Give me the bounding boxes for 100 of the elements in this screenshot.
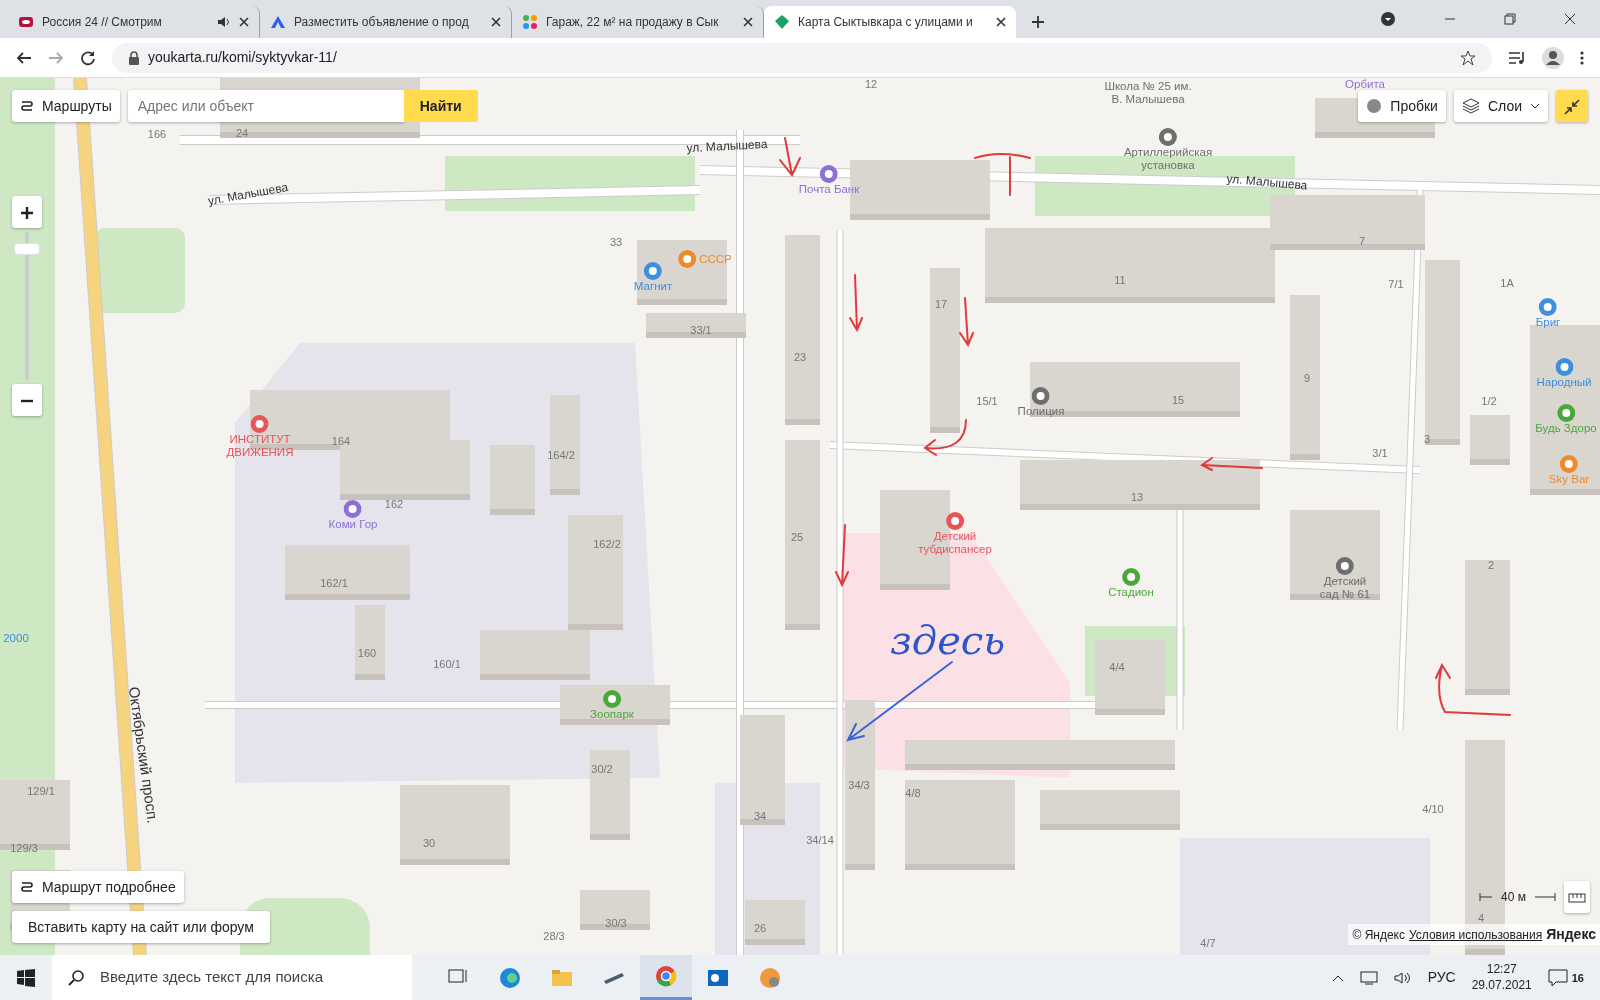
collapse-icon xyxy=(1564,98,1580,115)
new-tab-icon[interactable] xyxy=(1030,14,1046,30)
close-icon[interactable] xyxy=(491,17,501,27)
house-number: 164 xyxy=(331,433,351,449)
reload-icon[interactable] xyxy=(80,49,96,66)
poi-marker-icon[interactable] xyxy=(1560,455,1578,473)
house-number: 162 xyxy=(384,496,404,512)
scale-label: 40 м xyxy=(1501,889,1526,906)
notification-icon xyxy=(1547,968,1568,987)
map-logo: Яндекс xyxy=(1546,925,1596,944)
clock-time[interactable]: 12:27 xyxy=(1486,961,1517,978)
language-indicator[interactable]: РУС xyxy=(1427,967,1456,988)
zoom-out-button[interactable] xyxy=(12,384,42,416)
poi-label[interactable]: Детский сад № 61 xyxy=(1319,575,1371,601)
hand-drawn-arrow xyxy=(1200,456,1264,472)
notification-button[interactable]: 16 xyxy=(1547,968,1584,987)
poi-marker-icon[interactable] xyxy=(946,512,964,530)
profile-avatar-icon[interactable] xyxy=(1542,46,1564,69)
search-field[interactable]: Адрес или объект xyxy=(127,90,404,122)
poi-label[interactable]: 2000 xyxy=(3,632,29,645)
poi-label[interactable]: Школа № 25 им. В. Малышева xyxy=(1104,80,1192,106)
house-number: 26 xyxy=(753,920,767,936)
speaker-icon[interactable] xyxy=(217,15,231,29)
poi-marker-icon[interactable] xyxy=(644,262,662,280)
chevron-icon xyxy=(1530,103,1540,109)
house-number: 4/7 xyxy=(1200,935,1216,951)
ruler-button[interactable] xyxy=(1564,881,1590,913)
embed-map-button[interactable]: Вставить карту на сайт или форум xyxy=(12,911,270,943)
house-number: 4 xyxy=(1477,910,1485,926)
poi-label[interactable]: Детский тубдиспансер xyxy=(918,530,992,556)
house-number: 23 xyxy=(793,349,807,365)
browser-tab[interactable]: Карта Сыктывкара с улицами и xyxy=(764,6,1016,38)
house-number: 11 xyxy=(1114,272,1126,288)
taskbar-search-field[interactable]: Введите здесь текст для поиска xyxy=(52,955,412,1000)
poi-label[interactable]: Стадион xyxy=(1108,586,1154,599)
house-number: 164/2 xyxy=(547,447,575,463)
terms-link[interactable]: Условия использования xyxy=(1409,925,1543,944)
poi-marker-icon[interactable] xyxy=(1032,387,1050,405)
poi-label[interactable]: Бриг xyxy=(1535,316,1561,329)
search-button[interactable]: Найти xyxy=(403,90,478,122)
poi-label[interactable]: Полиция xyxy=(1017,405,1065,418)
close-icon[interactable] xyxy=(996,17,1006,27)
site-favicon-icon xyxy=(18,14,34,30)
poi-marker-icon[interactable] xyxy=(1539,298,1557,316)
poi-label[interactable]: Артиллерийская установка xyxy=(1123,146,1213,172)
restore-icon[interactable] xyxy=(1504,13,1516,25)
ruler-icon xyxy=(1568,892,1586,903)
playlist-icon[interactable] xyxy=(1508,49,1526,66)
zoom-in-icon xyxy=(20,205,34,220)
taskbar-app-button[interactable] xyxy=(640,955,692,1000)
routes-button[interactable]: Маршруты xyxy=(12,90,120,122)
poi-label[interactable]: Орбита xyxy=(1345,78,1385,91)
street-label: Октябрьский просп. xyxy=(124,685,163,825)
poi-marker-icon[interactable] xyxy=(1557,404,1575,422)
poi-marker-icon[interactable] xyxy=(603,690,621,708)
volume-icon[interactable] xyxy=(1393,970,1412,985)
poi-marker-icon[interactable] xyxy=(1122,568,1140,586)
layers-button[interactable]: Слои xyxy=(1453,90,1548,122)
network-icon[interactable] xyxy=(1359,970,1378,985)
poi-marker-icon[interactable] xyxy=(1555,358,1573,376)
chevron-up-icon[interactable] xyxy=(1331,973,1344,982)
scale-bar-icon xyxy=(1479,892,1494,902)
house-number: 33/1 xyxy=(690,322,712,338)
poi-label[interactable]: Коми Гор xyxy=(328,518,378,531)
zoom-in-button[interactable] xyxy=(12,196,42,228)
poi-marker-icon[interactable] xyxy=(1159,128,1177,146)
star-icon[interactable] xyxy=(1460,49,1476,66)
app-icon xyxy=(759,966,781,989)
house-number: 30/3 xyxy=(605,915,627,931)
poi-label[interactable]: ИНСТИТУТ ДВИЖЕНИЯ xyxy=(226,433,294,459)
street-label: ул. Малышева xyxy=(1225,170,1309,195)
house-number: 33 xyxy=(609,234,623,250)
address-bar[interactable]: youkarta.ru/komi/syktyvkar-11/ xyxy=(112,42,1492,73)
more-icon[interactable] xyxy=(1580,49,1584,66)
poi-marker-icon[interactable] xyxy=(820,165,838,183)
browser-icon xyxy=(499,966,521,989)
clock-date[interactable]: 29.07.2021 xyxy=(1471,977,1532,994)
poi-label[interactable]: Почта Банк xyxy=(798,183,860,196)
close-icon[interactable] xyxy=(239,17,249,27)
tab-search-icon[interactable] xyxy=(1380,11,1396,27)
close-icon[interactable] xyxy=(1564,13,1576,25)
house-number: 162/1 xyxy=(320,575,348,591)
house-number: 9 xyxy=(1303,370,1311,386)
house-number: 3 xyxy=(1423,431,1431,447)
poi-marker-icon[interactable] xyxy=(251,415,269,433)
url-text: youkarta.ru/komi/syktyvkar-11/ xyxy=(148,48,338,67)
route-details-button[interactable]: Маршрут подробнее xyxy=(12,871,184,903)
house-number: 3/1 xyxy=(1372,445,1388,461)
poi-marker-icon[interactable] xyxy=(344,500,362,518)
house-number: 2 xyxy=(1487,557,1495,573)
house-number: 17 xyxy=(934,296,948,312)
house-number: 15 xyxy=(1171,392,1185,408)
house-number: 4/4 xyxy=(1109,659,1125,675)
collapse-button[interactable] xyxy=(1556,90,1588,122)
poi-marker-icon[interactable] xyxy=(678,250,697,268)
traffic-button[interactable]: Пробки xyxy=(1358,90,1446,122)
close-icon[interactable] xyxy=(743,17,753,27)
site-favicon-icon xyxy=(774,14,790,30)
poi-marker-icon[interactable] xyxy=(1336,557,1354,575)
back-icon[interactable] xyxy=(16,49,32,66)
